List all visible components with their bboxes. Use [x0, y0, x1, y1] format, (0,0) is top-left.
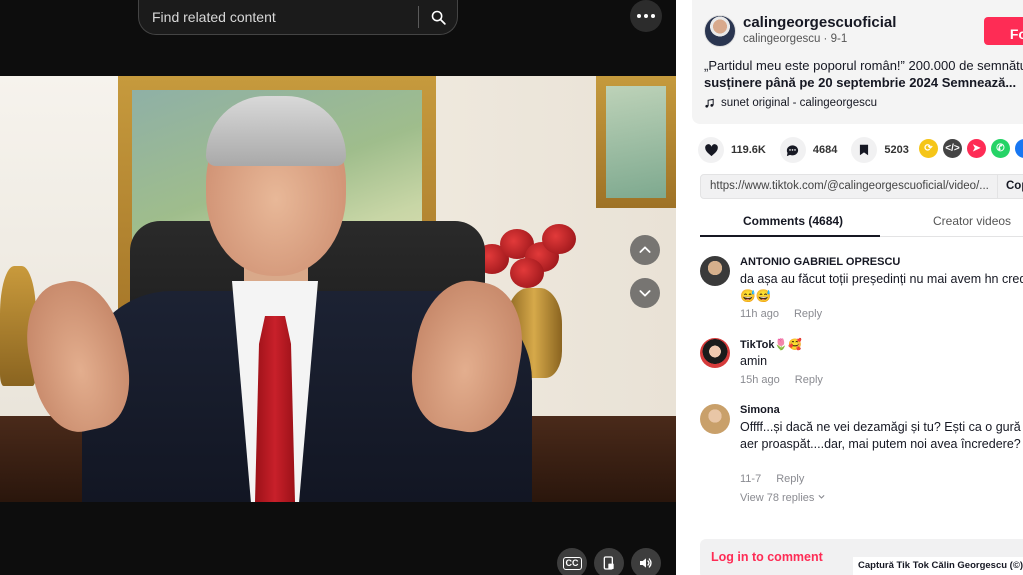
author-display-name[interactable]: calingeorgescuoficial	[743, 14, 896, 31]
sound-label: sunet original - calingeorgescu	[721, 97, 877, 109]
embed-icon[interactable]: </>	[943, 139, 962, 158]
bookmark-icon	[860, 144, 869, 156]
author-username: calingeorgescu	[743, 33, 821, 45]
video-link-url[interactable]: https://www.tiktok.com/@calingeorgescuof…	[710, 180, 989, 192]
comment-item: TikTok🌷🥰 amin 15h ago Reply	[700, 338, 1023, 393]
commenter-name[interactable]: TikTok🌷🥰	[740, 338, 802, 351]
next-video-button[interactable]	[630, 278, 660, 308]
facebook-icon[interactable]: f	[1015, 139, 1023, 158]
search-input[interactable]: Find related content	[139, 9, 418, 25]
post-description-line2[interactable]: susținere până pe 20 septembrie 2024 Sem…	[704, 74, 1023, 91]
captions-icon: CC	[562, 556, 582, 570]
post-description: „Partidul meu este poporul român!” 200.0…	[704, 57, 1023, 91]
comment-item: ANTONIO GABRIEL OPRESCU da așa au făcut …	[700, 256, 1023, 326]
more-dots-icon	[637, 14, 641, 18]
follow-button[interactable]: Follow	[984, 17, 1023, 45]
comment-time: 15h ago	[740, 374, 780, 386]
copy-link-button[interactable]: Copy	[997, 175, 1023, 198]
music-note-icon	[705, 98, 714, 108]
mini-player-icon	[603, 556, 614, 570]
share-options: ⟳ </> ➤ ✆ f	[919, 139, 1023, 158]
post-description-line1: „Partidul meu este poporul român!” 200.0…	[704, 58, 1023, 73]
reply-button[interactable]: Reply	[794, 308, 822, 320]
author-subline: calingeorgescu · 9-1	[743, 33, 848, 45]
comment-text: amin	[740, 354, 768, 368]
commenter-name[interactable]: ANTONIO GABRIEL OPRESCU	[740, 256, 900, 268]
commenter-avatar[interactable]	[700, 256, 730, 286]
related-search-bar[interactable]: Find related content	[138, 0, 458, 35]
tab-creator-videos[interactable]: Creator videos	[933, 214, 1011, 228]
commenter-avatar[interactable]	[700, 338, 730, 368]
heart-icon	[704, 143, 718, 156]
whatsapp-icon[interactable]: ✆	[991, 139, 1010, 158]
send-icon[interactable]: ➤	[967, 139, 986, 158]
comment-text: Offff...și dacă ne vei dezamăgi și tu? E…	[740, 420, 1023, 451]
side-panel: calingeorgescuoficial calingeorgescu · 9…	[676, 0, 1023, 575]
comment-text: da așa au făcut toții președinți nu mai …	[740, 272, 1023, 303]
video-background-painting-right	[596, 76, 676, 208]
repost-icon[interactable]: ⟳	[919, 139, 938, 158]
chevron-up-icon	[639, 246, 651, 253]
view-replies-label: View 78 replies	[740, 492, 815, 504]
previous-video-button[interactable]	[630, 235, 660, 265]
commenter-name[interactable]: Simona	[740, 404, 780, 416]
save-count: 5203	[884, 144, 909, 156]
volume-button[interactable]	[631, 548, 661, 575]
post-info-card: calingeorgescuoficial calingeorgescu · 9…	[692, 0, 1023, 124]
post-date: 9-1	[830, 33, 848, 45]
comment-time: 11h ago	[740, 308, 779, 320]
comment-time: 11-7	[740, 473, 762, 485]
login-to-comment-link[interactable]: Log in to comment	[711, 550, 823, 564]
video-frame[interactable]	[0, 76, 676, 502]
active-tab-indicator	[700, 235, 880, 237]
save-button[interactable]: 5203	[851, 137, 909, 163]
engagement-stats: 119.6K 4684 5203	[698, 136, 923, 164]
like-count: 119.6K	[731, 144, 766, 156]
video-pane: Find related content CC	[0, 0, 676, 575]
chevron-down-icon	[818, 494, 825, 499]
like-button[interactable]: 119.6K	[698, 137, 766, 163]
comment-icon	[787, 144, 799, 156]
volume-icon	[640, 558, 652, 568]
commenter-avatar[interactable]	[700, 404, 730, 434]
comment-item: Simona Offff...și dacă ne vei dezamăgi ș…	[700, 404, 1023, 514]
comment-meta: 11-7 Reply	[740, 473, 804, 485]
comment-meta: 15h ago Reply	[740, 374, 823, 386]
comment-meta: 11h ago Reply	[740, 308, 822, 320]
reply-button[interactable]: Reply	[776, 473, 804, 485]
more-options-button[interactable]	[630, 0, 662, 32]
video-link-row: https://www.tiktok.com/@calingeorgescuof…	[700, 174, 1023, 199]
search-button[interactable]	[419, 0, 457, 35]
chevron-down-icon	[639, 290, 651, 297]
mini-player-button[interactable]	[594, 548, 624, 575]
captions-button[interactable]: CC	[557, 548, 587, 575]
search-icon	[431, 10, 446, 25]
reply-button[interactable]: Reply	[795, 374, 823, 386]
sound-link[interactable]: sunet original - calingeorgescu	[704, 97, 877, 109]
tab-comments[interactable]: Comments (4684)	[743, 214, 843, 228]
author-avatar[interactable]	[704, 15, 736, 47]
comment-tabs: Comments (4684) Creator videos	[700, 205, 1023, 237]
image-credit-watermark: Captură Tik Tok Călin Georgescu (©)	[853, 557, 1023, 575]
comment-button[interactable]: 4684	[779, 137, 838, 163]
comment-count: 4684	[812, 144, 838, 156]
view-replies-button[interactable]: View 78 replies	[740, 492, 826, 504]
video-speaker-tie	[255, 316, 295, 502]
